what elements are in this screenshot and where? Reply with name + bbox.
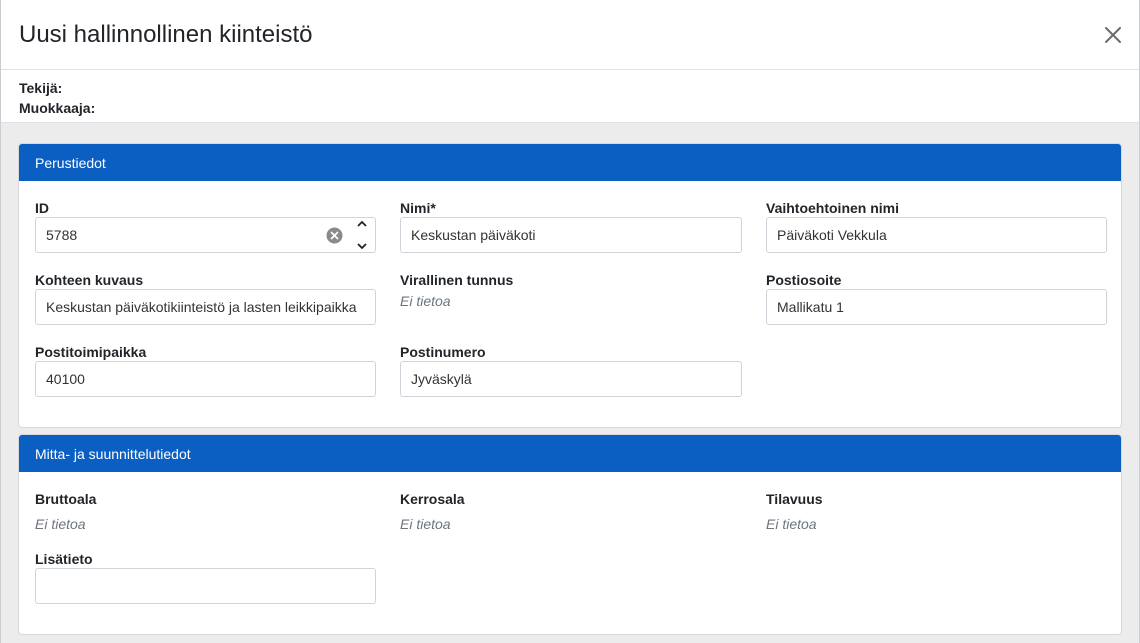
- alt-name-input[interactable]: Päiväkoti Vekkula: [766, 217, 1107, 253]
- measurements-body: Bruttoala Ei tietoa Kerrosala Ei tietoa …: [19, 472, 1121, 634]
- volume-label: Tilavuus: [766, 491, 823, 507]
- extra-info-field-group: Lisätieto: [35, 550, 376, 604]
- extra-info-input[interactable]: [35, 568, 376, 604]
- id-field-group: ID 5788: [35, 199, 376, 253]
- name-label: Nimi*: [400, 200, 436, 216]
- measurements-grid: Bruttoala Ei tietoa Kerrosala Ei tietoa …: [35, 490, 1105, 622]
- basic-info-card: Perustiedot ID 5788 Nimi* Keskustan päiv…: [18, 143, 1122, 428]
- volume-value: Ei tietoa: [766, 516, 817, 532]
- modal-title: Uusi hallinnollinen kiinteistö: [19, 20, 313, 48]
- post-office-value: 40100: [46, 371, 85, 387]
- floor-area-field-group: Kerrosala Ei tietoa: [400, 490, 742, 540]
- description-input[interactable]: Keskustan päiväkotikiinteistö ja lasten …: [35, 289, 376, 325]
- close-icon: [1105, 27, 1121, 43]
- id-value: 5788: [46, 227, 78, 243]
- floor-area-value: Ei tietoa: [400, 516, 451, 532]
- alt-name-label: Vaihtoehtoinen nimi: [766, 200, 900, 216]
- description-label: Kohteen kuvaus: [35, 272, 144, 288]
- alt-name-value: Päiväkoti Vekkula: [777, 227, 887, 243]
- postal-code-field-group: Postinumero Jyväskylä: [400, 343, 742, 397]
- gross-area-label: Bruttoala: [35, 491, 97, 507]
- chevron-up-icon[interactable]: [357, 220, 367, 228]
- post-office-input[interactable]: 40100: [35, 361, 376, 397]
- id-label: ID: [35, 200, 49, 216]
- post-office-label: Postitoimipaikka: [35, 344, 147, 360]
- modal-dialog: Uusi hallinnollinen kiinteistö Tekijä: M…: [0, 0, 1140, 643]
- id-stepper: [357, 220, 367, 250]
- editor-label: Muokkaaja:: [19, 100, 96, 116]
- id-controls: [326, 218, 367, 252]
- gross-area-value: Ei tietoa: [35, 516, 86, 532]
- name-input[interactable]: Keskustan päiväkoti: [400, 217, 742, 253]
- name-field-group: Nimi* Keskustan päiväkoti: [400, 199, 742, 253]
- postal-code-value: Jyväskylä: [411, 371, 472, 387]
- basic-info-grid: ID 5788 Nimi* Keskustan päiväkoti Vaihto…: [35, 199, 1107, 415]
- gross-area-field-group: Bruttoala Ei tietoa: [35, 490, 376, 540]
- creator-label: Tekijä:: [19, 80, 63, 96]
- official-id-label: Virallinen tunnus: [400, 272, 514, 288]
- modal-header: Uusi hallinnollinen kiinteistö: [1, 0, 1139, 70]
- description-field-group: Kohteen kuvaus Keskustan päiväkotikiinte…: [35, 271, 376, 325]
- close-button[interactable]: [1101, 23, 1125, 47]
- postal-code-input[interactable]: Jyväskylä: [400, 361, 742, 397]
- address-input[interactable]: Mallikatu 1: [766, 289, 1107, 325]
- volume-field-group: Tilavuus Ei tietoa: [766, 490, 1107, 540]
- official-id-field-group: Virallinen tunnus Ei tietoa: [400, 271, 742, 325]
- clear-circle-icon[interactable]: [326, 227, 343, 244]
- postal-code-label: Postinumero: [400, 344, 486, 360]
- record-meta: Tekijä: Muokkaaja:: [1, 70, 1139, 123]
- chevron-down-icon[interactable]: [357, 242, 367, 250]
- address-field-group: Postiosoite Mallikatu 1: [766, 271, 1107, 325]
- basic-info-body: ID 5788 Nimi* Keskustan päiväkoti Vaihto…: [19, 181, 1121, 427]
- id-input[interactable]: 5788: [35, 217, 376, 253]
- measurements-card: Mitta- ja suunnittelutiedot Bruttoala Ei…: [18, 434, 1122, 635]
- modal-body: Perustiedot ID 5788 Nimi* Keskustan päiv…: [1, 123, 1139, 643]
- measurements-header: Mitta- ja suunnittelutiedot: [19, 435, 1121, 472]
- alt-name-field-group: Vaihtoehtoinen nimi Päiväkoti Vekkula: [766, 199, 1107, 253]
- address-label: Postiosoite: [766, 272, 842, 288]
- floor-area-label: Kerrosala: [400, 491, 465, 507]
- address-value: Mallikatu 1: [777, 299, 844, 315]
- name-value: Keskustan päiväkoti: [411, 227, 536, 243]
- description-value: Keskustan päiväkotikiinteistö ja lasten …: [46, 299, 357, 315]
- post-office-field-group: Postitoimipaikka 40100: [35, 343, 376, 397]
- basic-info-header: Perustiedot: [19, 144, 1121, 181]
- extra-info-label: Lisätieto: [35, 551, 93, 567]
- official-id-value: Ei tietoa: [400, 293, 451, 309]
